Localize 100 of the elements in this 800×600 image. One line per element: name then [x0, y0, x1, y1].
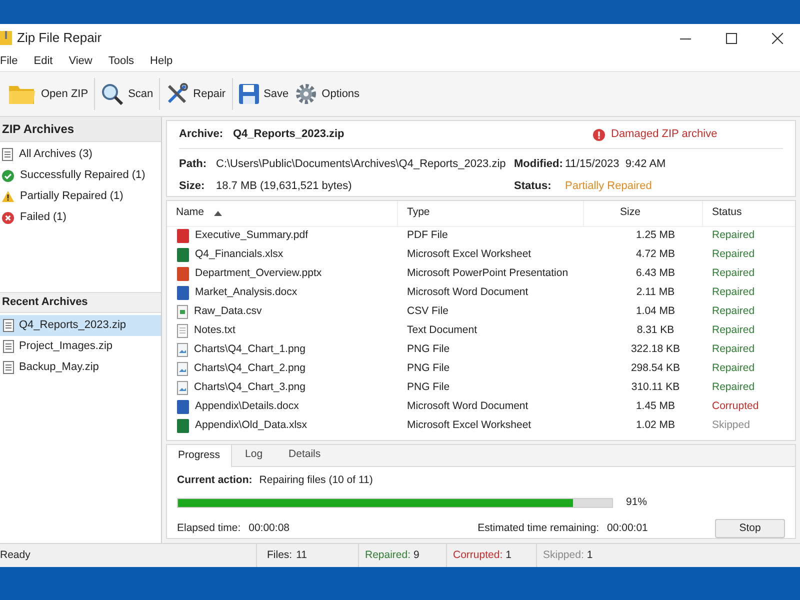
action-value: Repairing files (10 of 11) — [259, 472, 373, 488]
presentation-file-icon — [177, 267, 189, 282]
file-status: Skipped — [712, 419, 750, 432]
file-type: CSV File — [407, 305, 448, 318]
file-size: 1.04 MB — [636, 304, 676, 320]
file-size: 298.54 KB — [630, 361, 680, 376]
toolbar-button[interactable]: Save — [232, 76, 295, 112]
image-file-icon — [177, 381, 188, 396]
field-label: Modified: — [514, 157, 564, 172]
file-type: PNG File — [407, 362, 450, 374]
file-status: Repaired — [712, 381, 755, 394]
sidebar-item[interactable]: All Archives (3) — [0, 144, 161, 165]
field-label: Status: — [514, 178, 552, 194]
file-status: Repaired — [712, 286, 755, 298]
status-value: Partially Repaired — [565, 178, 653, 194]
tools-icon — [166, 83, 188, 105]
file-status: Corrupted — [712, 400, 759, 412]
file-status: Repaired — [712, 343, 755, 356]
sidebar-item[interactable]: Partially Repaired (1) — [0, 186, 161, 207]
field-label: Path: — [179, 157, 208, 172]
sidebar-item[interactable]: Failed (1) — [0, 207, 161, 228]
document-icon — [3, 340, 14, 353]
toolbar-button[interactable]: Repair — [160, 76, 232, 112]
repaired-count: 9 — [414, 548, 420, 563]
word-document-icon — [177, 400, 189, 414]
file-size: 1.45 MB — [636, 399, 676, 414]
recent-archive-item[interactable]: Q4_Reports_2023.zip — [0, 315, 161, 336]
files-label: Files: — [267, 548, 292, 563]
document-icon — [3, 319, 14, 332]
image-file-icon — [177, 362, 188, 376]
corrupted-label: Corrupted: — [453, 548, 503, 563]
stop-button[interactable]: Stop — [715, 519, 785, 538]
column-header[interactable]: Name — [176, 205, 204, 222]
elapsed-label: Elapsed time: — [177, 520, 241, 536]
file-size: 8.31 KB — [636, 323, 674, 338]
modified-value: 11/15/2023 9:42 AM — [565, 157, 667, 172]
repaired-label: Repaired: — [365, 548, 411, 563]
action-label: Current action: — [177, 472, 252, 488]
field-label: Size: — [179, 178, 206, 194]
toolbar-button[interactable]: Scan — [95, 76, 160, 112]
archive-name: Q4_Reports_2023.zip — [233, 127, 346, 142]
file-type: PNG File — [407, 381, 450, 394]
menu-item[interactable]: Help — [142, 53, 181, 70]
file-type: Microsoft Word Document — [407, 400, 528, 412]
column-header[interactable]: Size — [620, 205, 640, 222]
gear-icon — [294, 83, 317, 105]
toolbar-button[interactable]: Options — [294, 76, 366, 112]
sidebar-heading: ZIP Archives — [0, 117, 161, 142]
sort-up-icon — [214, 210, 222, 216]
zip-app-icon — [0, 30, 12, 46]
file-size: 310.11 KB — [631, 380, 680, 396]
file-status: Repaired — [712, 324, 755, 336]
skipped-count: 1 — [586, 548, 593, 563]
file-size: 2.11 MB — [636, 285, 675, 300]
magnifier-icon — [101, 83, 124, 105]
file-status: Repaired — [712, 305, 755, 318]
damage-alert-text: Damaged ZIP archive — [611, 127, 718, 142]
text-file-icon — [177, 324, 188, 338]
file-name: Appendix\Old_Data.xlsx — [195, 418, 308, 434]
files-count: 11 — [296, 548, 307, 563]
file-type: Text Document — [407, 324, 478, 336]
file-status: Repaired — [712, 267, 755, 280]
warning-icon — [2, 191, 14, 202]
tab[interactable]: Details — [276, 444, 334, 466]
menu-item[interactable]: Edit — [26, 53, 61, 70]
menu-item[interactable]: File — [0, 53, 26, 70]
progress-percent: 91% — [626, 495, 648, 510]
sidebar-heading: Recent Archives — [0, 292, 161, 313]
sidebar-item[interactable]: Successfully Repaired (1) — [0, 165, 161, 186]
skipped-label: Skipped: — [543, 548, 584, 563]
status-text: Ready — [0, 548, 32, 563]
recent-archive-item[interactable]: Backup_May.zip — [0, 357, 161, 378]
word-document-icon — [177, 286, 189, 300]
window-title: Zip File Repair — [17, 29, 102, 48]
tab[interactable]: Log — [232, 444, 276, 466]
file-size: 1.25 MB — [636, 228, 676, 244]
document-icon — [3, 361, 14, 374]
size-value: 18.7 MB (19,631,521 bytes) — [216, 178, 353, 194]
menu-item[interactable]: View — [60, 53, 100, 70]
file-type: Microsoft Excel Worksheet — [407, 248, 532, 260]
maximize-icon[interactable] — [726, 32, 736, 44]
column-header[interactable]: Type — [407, 205, 430, 222]
file-name: Appendix\Details.docx — [195, 399, 299, 414]
file-type: Microsoft Word Document — [407, 286, 528, 298]
spreadsheet-file-icon — [177, 419, 189, 434]
remaining-value: 00:00:01 — [607, 520, 648, 536]
menu-item[interactable]: Tools — [100, 53, 142, 70]
file-size: 4.72 MB — [636, 247, 676, 262]
recent-archive-item[interactable]: Project_Images.zip — [0, 336, 161, 357]
file-type: Microsoft Excel Worksheet — [407, 419, 532, 432]
image-file-icon — [177, 343, 188, 358]
file-status: Repaired — [712, 362, 755, 374]
tab[interactable]: Progress — [167, 444, 232, 466]
close-icon[interactable] — [772, 32, 782, 44]
file-name: Department_Overview.pptx — [195, 266, 322, 282]
file-name: Raw_Data.csv — [194, 304, 262, 320]
remaining-label: Estimated time remaining: — [478, 520, 600, 536]
column-header[interactable]: Status — [712, 205, 742, 222]
toolbar-button[interactable]: Open ZIP — [0, 76, 94, 112]
file-size: 6.43 MB — [636, 266, 676, 282]
